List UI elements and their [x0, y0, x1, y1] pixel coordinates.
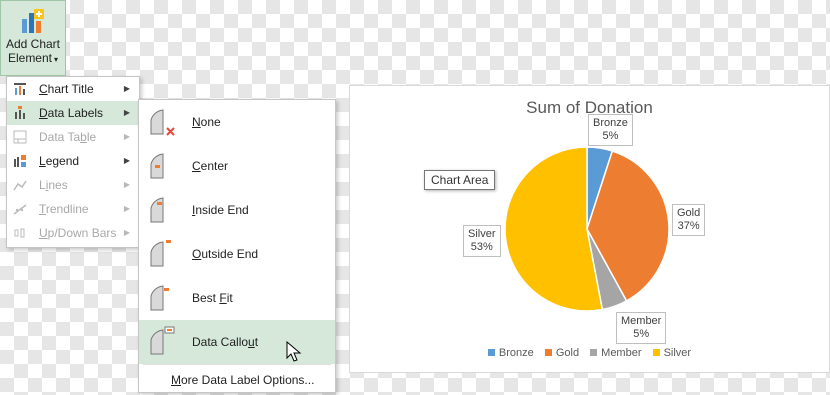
menu-label-accel: b: [80, 130, 87, 144]
chevron-right-icon: ▶: [123, 108, 130, 117]
menu-label-accel: D: [39, 106, 48, 120]
data-callout-bronze[interactable]: Bronze 5%: [588, 114, 633, 146]
menu-label-post: rendline: [45, 202, 89, 216]
submenu-item-center[interactable]: Center: [139, 144, 335, 188]
label-none-icon: [150, 109, 175, 136]
menu-item-chart-title[interactable]: Chart Title ▶: [7, 77, 139, 101]
submenu-item-none[interactable]: None: [139, 100, 335, 144]
menu-label-post: p/Down Bars: [47, 226, 117, 240]
data-callout-gold[interactable]: Gold 37%: [672, 204, 706, 236]
callout-value: 37%: [677, 220, 700, 232]
legend-item-bronze: Bronze: [487, 347, 534, 359]
menu-label-accel: T: [39, 202, 46, 216]
add-chart-element-button[interactable]: Add Chart Element ▾: [0, 0, 66, 76]
submenu-label-accel: u: [248, 335, 255, 349]
add-chart-element-menu: Chart Title ▶ Data Labels ▶ Data Table ▶…: [6, 76, 140, 248]
label-data-callout-icon: [150, 326, 175, 355]
chevron-right-icon: ▶: [123, 180, 130, 189]
submenu-item-inside-end[interactable]: Inside End: [139, 188, 335, 232]
chart-title-icon: [14, 83, 26, 95]
chevron-right-icon: ▶: [123, 228, 130, 237]
callout-value: 53%: [470, 241, 493, 253]
submenu-item-data-callout[interactable]: Data Callout: [139, 320, 335, 364]
data-callout-silver[interactable]: Silver 53%: [463, 225, 501, 257]
chevron-right-icon: ▶: [123, 156, 130, 165]
chart-area[interactable]: Sum of Donation Chart Area Bronze 5% Gol…: [349, 85, 830, 373]
legend-label: Silver: [663, 347, 692, 359]
submenu-label-pre: Best: [192, 291, 220, 305]
submenu-label-pre: Data Callo: [192, 335, 249, 349]
legend-swatch: [652, 349, 660, 356]
submenu-label-post: utside End: [201, 247, 259, 261]
menu-label-pre: L: [39, 178, 46, 192]
add-chart-element-icon: [22, 9, 44, 33]
submenu-label-post: it: [226, 291, 233, 305]
legend-swatch: [590, 349, 598, 356]
chevron-right-icon: ▶: [123, 204, 130, 213]
submenu-label-post: t: [254, 335, 259, 349]
label-inside-end-icon: [150, 197, 164, 223]
callout-value: 5%: [633, 328, 650, 340]
callout-name: Bronze: [593, 117, 628, 129]
legend-label: Member: [601, 347, 642, 359]
menu-label-accel: L: [39, 154, 46, 168]
data-callout-member[interactable]: Member 5%: [616, 312, 667, 344]
callout-value: 5%: [602, 130, 619, 142]
menu-label-post: le: [86, 130, 97, 144]
legend-item-silver: Silver: [652, 347, 692, 359]
submenu-label-accel: N: [192, 115, 201, 129]
more-label-post: ore Data Label Options...: [181, 373, 315, 387]
menu-item-legend[interactable]: Legend ▶: [7, 149, 139, 173]
more-label-accel: M: [171, 373, 181, 387]
label-best-fit-icon: [150, 285, 169, 311]
submenu-item-outside-end[interactable]: Outside End: [139, 232, 335, 276]
callout-name: Member: [621, 315, 662, 327]
label-outside-end-icon: [150, 240, 171, 267]
legend-item-gold: Gold: [544, 347, 580, 359]
lines-icon: [13, 180, 27, 191]
menu-label-pre: Data Ta: [39, 130, 81, 144]
button-label-line1: Add Chart: [5, 37, 61, 51]
menu-item-data-labels[interactable]: Data Labels ▶: [7, 101, 139, 125]
chevron-right-icon: ▶: [123, 132, 130, 141]
legend-label: Bronze: [498, 347, 534, 359]
menu-label-post: nes: [48, 178, 68, 192]
legend-label: Gold: [555, 347, 580, 359]
data-labels-icon: [15, 106, 25, 119]
data-table-icon: [13, 130, 27, 144]
callout-name: Gold: [677, 207, 701, 219]
chart-area-tooltip: Chart Area: [424, 170, 496, 190]
menu-label-accel: U: [39, 226, 48, 240]
menu-item-trendline[interactable]: Trendline ▶: [7, 197, 139, 221]
menu-item-up-down-bars[interactable]: Up/Down Bars ▶: [7, 221, 139, 245]
menu-item-data-table[interactable]: Data Table ▶: [7, 125, 139, 149]
menu-label-accel: C: [39, 82, 48, 96]
legend-swatch: [487, 349, 495, 356]
legend-icon: [14, 155, 26, 167]
submenu-label-accel: O: [192, 247, 202, 261]
submenu-item-best-fit[interactable]: Best Fit: [139, 276, 335, 320]
trendline-icon: [13, 204, 27, 215]
menu-label-post: ata Labels: [47, 106, 104, 120]
chart-legend[interactable]: Bronze Gold Member Silver: [350, 347, 829, 359]
menu-label-post: hart Title: [47, 82, 94, 96]
mouse-cursor-icon: [286, 341, 302, 362]
legend-item-member: Member: [590, 347, 642, 359]
menu-item-lines[interactable]: Lines ▶: [7, 173, 139, 197]
submenu-label-accel: C: [192, 159, 201, 173]
button-label-line2: Element: [7, 51, 52, 65]
data-labels-submenu: None Center Inside End Outside End Best …: [138, 99, 336, 393]
menu-label-post: egend: [45, 154, 80, 168]
submenu-label-post: one: [200, 115, 221, 129]
label-center-icon: [150, 153, 164, 179]
submenu-label-accel: F: [219, 291, 227, 305]
up-down-bars-icon: [14, 228, 25, 238]
chevron-down-icon: ▾: [54, 55, 59, 64]
legend-swatch: [544, 349, 552, 356]
submenu-label-post: enter: [200, 159, 229, 173]
submenu-label-post: nside End: [195, 203, 249, 217]
callout-name: Silver: [468, 228, 496, 240]
chevron-right-icon: ▶: [123, 84, 130, 93]
